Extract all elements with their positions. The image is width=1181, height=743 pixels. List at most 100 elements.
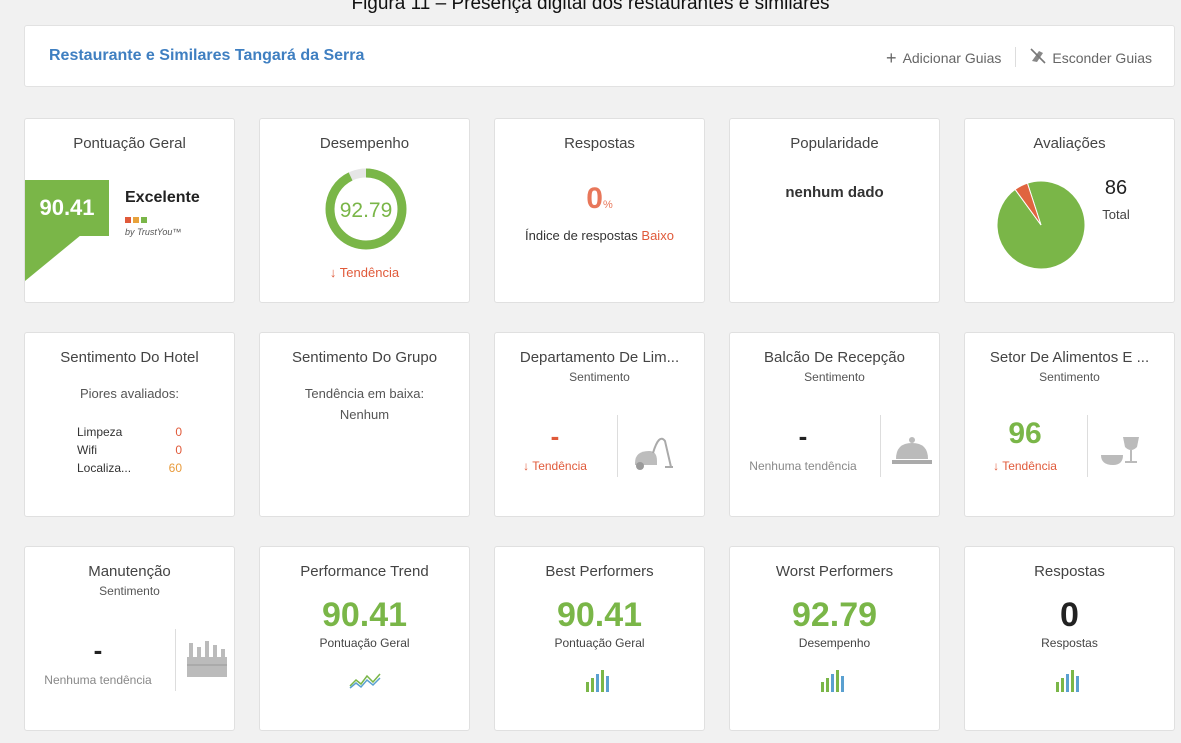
- hide-icon: [1030, 48, 1046, 67]
- reception-trend: Nenhuma tendência: [749, 459, 857, 473]
- card-subtitle: Sentimento: [1039, 370, 1100, 384]
- header-actions: + Adicionar Guias Esconder Guias: [886, 47, 1152, 67]
- hide-guides-button[interactable]: Esconder Guias: [1030, 48, 1152, 67]
- worst-performers-label: Desempenho: [798, 636, 871, 650]
- card-title: Pontuação Geral: [73, 135, 186, 152]
- worst-performers-card[interactable]: Worst Performers 92.79 Desempenho: [729, 546, 940, 731]
- card-title: Respostas: [564, 135, 635, 152]
- response-index: Índice de respostas Baixo: [495, 228, 704, 243]
- cleaning-dept-card[interactable]: Departamento De Lim... Sentimento - ↓ Te…: [494, 332, 705, 517]
- performance-score: 92.79: [340, 199, 393, 222]
- badge-tail: [25, 235, 81, 281]
- popularity-card[interactable]: Popularidade nenhum dado: [729, 118, 940, 303]
- item-name: Limpeza: [77, 425, 123, 439]
- card-subtitle: Sentimento: [569, 370, 630, 384]
- overall-score-card[interactable]: Pontuação Geral 90.41 Excelente by Trust…: [24, 118, 235, 303]
- group-sentiment-card[interactable]: Sentimento Do Grupo Tendência em baixa: …: [259, 332, 470, 517]
- item-name: Localiza...: [77, 461, 132, 475]
- plus-icon: +: [886, 47, 897, 68]
- best-performers-card[interactable]: Best Performers 90.41 Pontuação Geral: [494, 546, 705, 731]
- best-performers-label: Pontuação Geral: [554, 636, 645, 650]
- performance-trend-card[interactable]: Performance Trend 90.41 Pontuação Geral: [259, 546, 470, 731]
- divider: [175, 629, 176, 691]
- dining-icon: [1101, 437, 1139, 465]
- worst-performers-score: 92.79: [791, 596, 878, 634]
- card-title: Best Performers: [545, 563, 654, 580]
- bar-chart-icon: [585, 670, 609, 692]
- reception-value: -: [798, 421, 808, 451]
- worst-rated-label: Piores avaliados:: [80, 386, 179, 401]
- responses-count-label: Respostas: [1041, 636, 1098, 650]
- trend-line-icon: [348, 673, 381, 689]
- reviews-pie-chart: [996, 180, 1086, 270]
- trustyou-credit: by TrustYou™: [125, 227, 182, 237]
- list-item: Wifi 0: [77, 441, 182, 459]
- card-title: Sentimento Do Hotel: [60, 349, 199, 366]
- reviews-total-label: Total: [1102, 207, 1130, 222]
- bell-icon: [892, 437, 932, 464]
- card-title: Manutenção: [88, 563, 171, 580]
- food-sector-card[interactable]: Setor De Alimentos E ... Sentimento 96 ↓…: [964, 332, 1175, 517]
- trend-down-value: Nenhum: [339, 407, 390, 422]
- reception-card[interactable]: Balcão De Recepção Sentimento - Nenhuma …: [729, 332, 940, 517]
- bar-chart-icon: [820, 670, 844, 692]
- rating-label: Excelente: [125, 189, 200, 206]
- performance-ring: 92.79: [325, 168, 407, 250]
- bar-chart-icon: [1055, 670, 1079, 692]
- response-rate-value: 0: [586, 182, 603, 215]
- cleaning-trend: ↓ Tendência: [523, 459, 587, 473]
- food-trend: ↓ Tendência: [993, 459, 1057, 473]
- card-title: Setor De Alimentos E ...: [989, 349, 1150, 366]
- card-subtitle: Sentimento: [99, 584, 160, 598]
- maintenance-trend: Nenhuma tendência: [44, 673, 152, 687]
- divider: [1015, 47, 1017, 67]
- item-value: 0: [175, 443, 182, 457]
- performance-trend: ↓ Tendência: [329, 265, 400, 280]
- toolbox-icon: [187, 641, 227, 677]
- item-value: 60: [168, 461, 182, 475]
- overall-score-badge: 90.41: [25, 180, 109, 236]
- performance-trend-score: 90.41: [321, 596, 408, 634]
- divider: [880, 415, 881, 477]
- list-item: Limpeza 0: [77, 423, 182, 441]
- response-rate-unit: %: [602, 199, 613, 211]
- card-title: Performance Trend: [300, 563, 429, 580]
- food-value: 96: [1008, 417, 1042, 450]
- card-title: Sentimento Do Grupo: [291, 349, 438, 366]
- maintenance-value: -: [93, 635, 103, 665]
- responses-count-card[interactable]: Respostas 0 Respostas: [964, 546, 1175, 731]
- popularity-value: nenhum dado: [785, 184, 884, 201]
- response-index-value: Baixo: [641, 228, 674, 243]
- best-performers-score: 90.41: [556, 596, 643, 634]
- card-title: Worst Performers: [775, 563, 894, 580]
- card-title: Respostas: [1034, 563, 1105, 580]
- response-index-label: Índice de respostas: [525, 228, 638, 243]
- performance-card[interactable]: Desempenho 92.79 ↓ Tendência: [259, 118, 470, 303]
- add-guides-label: Adicionar Guias: [902, 49, 1002, 66]
- reviews-card[interactable]: Avaliações 86 Total: [964, 118, 1175, 303]
- hotel-sentiment-card[interactable]: Sentimento Do Hotel Piores avaliados: Li…: [24, 332, 235, 517]
- trend-down-label: Tendência em baixa:: [304, 386, 425, 401]
- item-name: Wifi: [77, 443, 97, 457]
- card-title: Desempenho: [319, 135, 410, 152]
- figure-caption: Figura 11 – Presença digital dos restaur…: [351, 0, 830, 14]
- card-title: Avaliações: [1033, 135, 1106, 152]
- response-rate: 0%: [495, 182, 704, 216]
- responses-count: 0: [1060, 596, 1079, 634]
- item-value: 0: [175, 425, 182, 439]
- add-guides-button[interactable]: + Adicionar Guias: [886, 48, 1001, 67]
- card-title: Popularidade: [790, 135, 879, 152]
- maintenance-card[interactable]: Manutenção Sentimento - Nenhuma tendênci…: [24, 546, 235, 731]
- list-item: Localiza... 60: [77, 459, 182, 477]
- dashboard-header: Restaurante e Similares Tangará da Serra…: [24, 25, 1175, 87]
- performance-trend-label: Pontuação Geral: [319, 636, 410, 650]
- trustyou-flags-icon: [125, 217, 147, 223]
- dashboard-title: Restaurante e Similares Tangará da Serra: [49, 47, 365, 64]
- card-title: Departamento De Lim...: [519, 349, 680, 366]
- reviews-total: 86: [1104, 177, 1128, 199]
- divider: [1087, 415, 1088, 477]
- worst-rated-list: Limpeza 0 Wifi 0 Localiza... 60: [77, 423, 182, 477]
- divider: [617, 415, 618, 477]
- vacuum-icon: [635, 437, 673, 470]
- responses-card[interactable]: Respostas 0% Índice de respostas Baixo: [494, 118, 705, 303]
